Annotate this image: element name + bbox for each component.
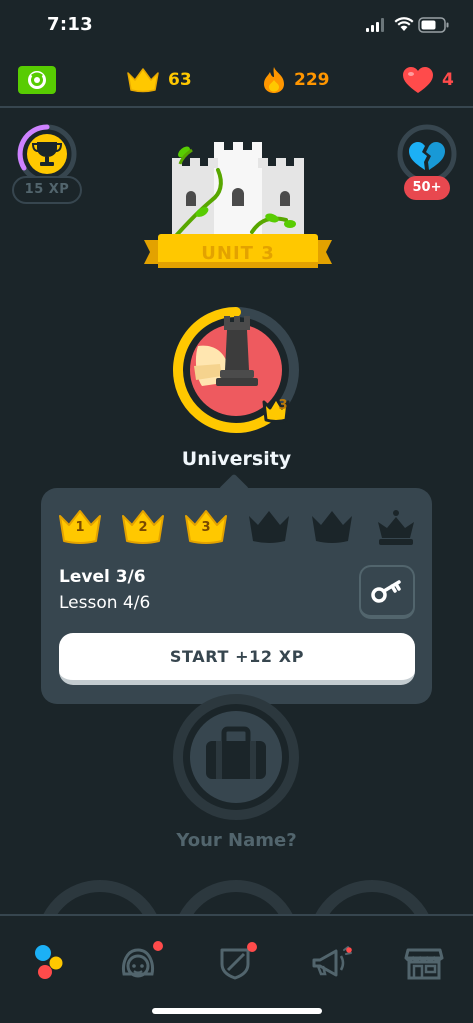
course-flag-icon bbox=[18, 66, 56, 94]
shop-icon bbox=[404, 948, 444, 980]
legendary-crown-locked bbox=[373, 508, 419, 546]
chess-rook-icon bbox=[173, 307, 299, 433]
skill-node-university[interactable] bbox=[172, 306, 300, 434]
unit-label: UNIT 3 bbox=[201, 243, 275, 264]
crown-levels-row: 1 2 3 bbox=[57, 508, 419, 548]
crown-number: 1 bbox=[75, 520, 85, 535]
flame-icon bbox=[264, 67, 284, 93]
cellular-signal-icon bbox=[366, 18, 384, 32]
stats-bar: 63 229 4 bbox=[0, 52, 473, 108]
shield-icon bbox=[220, 942, 257, 980]
crown-level-3: 3 bbox=[183, 508, 229, 546]
broken-heart-icon bbox=[397, 124, 457, 184]
trophy-icon bbox=[17, 124, 77, 184]
locked-skill-title: Your Name? bbox=[176, 830, 297, 851]
xp-trophy-badge[interactable]: 15 XP bbox=[12, 124, 82, 208]
wifi-icon bbox=[394, 17, 414, 31]
streak-count: 229 bbox=[294, 70, 330, 90]
crown-level-4-locked bbox=[246, 508, 292, 546]
bottom-navigation bbox=[0, 914, 473, 1023]
nav-announcements[interactable] bbox=[304, 938, 360, 986]
skill-title: University bbox=[181, 448, 292, 470]
crown-icon bbox=[127, 68, 159, 93]
crowns-count: 63 bbox=[168, 70, 192, 90]
crown-number: 2 bbox=[138, 520, 148, 535]
legendary-crown-icon bbox=[378, 510, 414, 545]
hearts-refill-count: 50+ bbox=[404, 176, 450, 200]
crown-level-2: 2 bbox=[120, 508, 166, 546]
streak-counter[interactable]: 229 bbox=[262, 66, 330, 94]
crown-level-5-locked bbox=[309, 508, 355, 546]
level-progress: Level 3/6 bbox=[59, 567, 146, 587]
locked-crown-icon bbox=[249, 511, 289, 543]
lesson-progress: Lesson 4/6 bbox=[59, 593, 151, 613]
heart-icon bbox=[403, 67, 433, 93]
status-bar: 7:13 bbox=[0, 0, 473, 52]
nav-learn[interactable] bbox=[20, 938, 76, 986]
xp-label: 15 XP bbox=[12, 176, 82, 204]
crowns-counter[interactable]: 63 bbox=[126, 66, 192, 94]
unit-castle[interactable]: UNIT 3 bbox=[140, 140, 336, 280]
skill-node-locked[interactable] bbox=[172, 693, 300, 821]
key-icon bbox=[371, 580, 401, 603]
hearts-count: 4 bbox=[442, 70, 454, 90]
skill-crown-level: 3 bbox=[278, 398, 288, 413]
start-lesson-button[interactable]: START +12 XP bbox=[59, 633, 415, 685]
briefcase-icon bbox=[173, 694, 299, 820]
nav-leagues[interactable] bbox=[208, 938, 264, 986]
hearts-counter[interactable]: 4 bbox=[402, 66, 454, 94]
megaphone-icon bbox=[312, 946, 352, 977]
lesson-popup: 1 2 3 Level 3/6 Lesson 4/6 START +12 XP bbox=[41, 488, 432, 704]
crown-level-1: 1 bbox=[57, 508, 103, 546]
nav-profile[interactable] bbox=[112, 938, 168, 986]
locked-crown-icon bbox=[312, 511, 352, 543]
nav-shop[interactable] bbox=[396, 938, 452, 986]
course-flag-button[interactable] bbox=[18, 66, 56, 94]
broken-heart-badge[interactable]: 50+ bbox=[392, 124, 462, 208]
test-out-key-button[interactable] bbox=[359, 565, 415, 619]
profile-icon bbox=[122, 941, 163, 978]
home-indicator[interactable] bbox=[152, 1008, 322, 1014]
learn-dots-icon bbox=[35, 945, 63, 979]
battery-icon bbox=[418, 17, 449, 33]
status-time: 7:13 bbox=[47, 14, 93, 35]
crown-number: 3 bbox=[201, 520, 211, 535]
